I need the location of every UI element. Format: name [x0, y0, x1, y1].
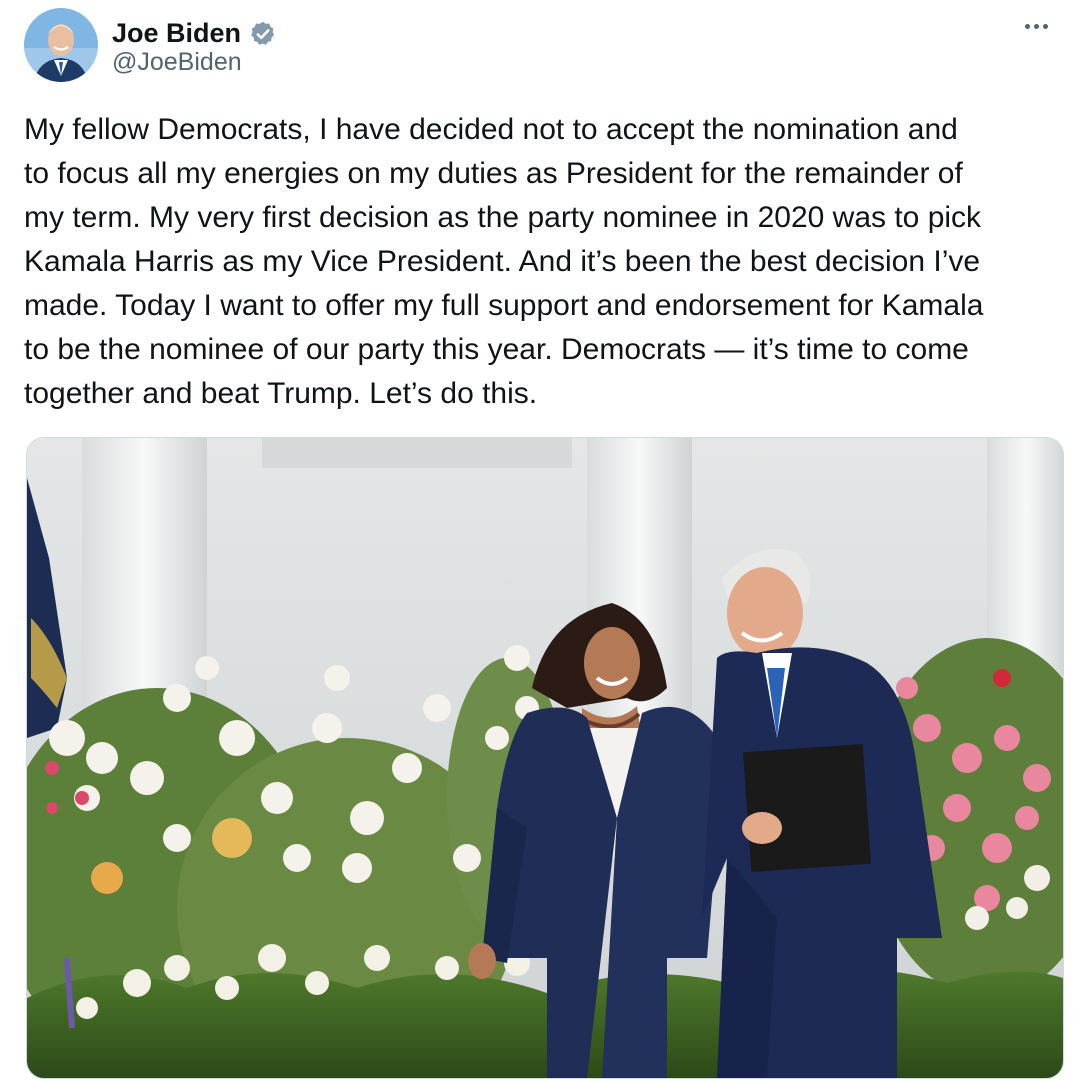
author-handle[interactable]: @JoeBiden	[112, 48, 242, 77]
display-name[interactable]: Joe Biden	[112, 18, 241, 49]
tweet-photo[interactable]	[26, 437, 1064, 1079]
avatar[interactable]	[24, 8, 98, 82]
tweet-header: Joe Biden @JoeBiden	[24, 8, 1056, 88]
verified-badge-icon	[249, 20, 277, 48]
tweet-text: My fellow Democrats, I have decided not …	[24, 113, 984, 410]
name-row: Joe Biden	[112, 18, 277, 49]
more-options-icon[interactable]	[1016, 12, 1056, 40]
avatar-photo	[24, 8, 98, 82]
photo-scene	[27, 438, 1063, 1078]
